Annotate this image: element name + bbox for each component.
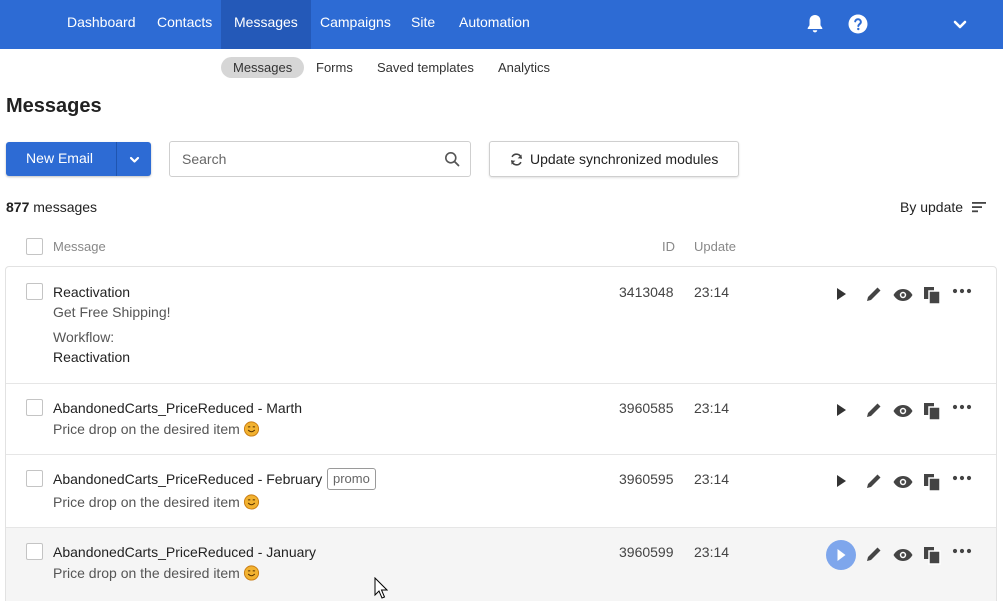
smiling-face-emoji-icon bbox=[243, 421, 259, 437]
message-update-time: 23:14 bbox=[694, 544, 730, 560]
more-icon[interactable] bbox=[950, 279, 974, 303]
message-title[interactable]: AbandonedCarts_PriceReduced - Marth bbox=[53, 400, 302, 416]
column-header-message: Message bbox=[53, 239, 106, 254]
message-update-time: 23:14 bbox=[694, 471, 730, 487]
table-row[interactable]: Reactivation Get Free Shipping! Workflow… bbox=[6, 267, 996, 384]
row-checkbox[interactable] bbox=[26, 470, 43, 487]
mouse-cursor-icon bbox=[374, 577, 388, 599]
top-nav-bar: Dashboard Contacts Messages Campaigns Si… bbox=[0, 0, 1003, 49]
sub-nav-analytics[interactable]: Analytics bbox=[486, 57, 562, 78]
eye-icon[interactable] bbox=[891, 543, 915, 567]
more-icon[interactable] bbox=[950, 539, 974, 563]
workflow-label: Workflow: bbox=[53, 329, 115, 345]
table-row[interactable]: AbandonedCarts_PriceReduced - February p… bbox=[6, 455, 996, 528]
sub-nav-forms[interactable]: Forms bbox=[304, 57, 365, 78]
message-update-time: 23:14 bbox=[694, 400, 730, 416]
copy-icon[interactable] bbox=[920, 399, 944, 423]
workflow-value: Reactivation bbox=[53, 349, 131, 365]
message-subject-text: Price drop on the desired item bbox=[53, 494, 240, 510]
search-icon[interactable] bbox=[444, 151, 460, 167]
bell-icon[interactable] bbox=[803, 12, 827, 36]
message-id: 3960599 bbox=[619, 544, 674, 560]
message-list: Reactivation Get Free Shipping! Workflow… bbox=[5, 266, 997, 601]
chevron-down-icon[interactable] bbox=[948, 12, 972, 36]
copy-icon[interactable] bbox=[920, 470, 944, 494]
copy-icon[interactable] bbox=[920, 543, 944, 567]
select-all-checkbox[interactable] bbox=[26, 238, 43, 255]
row-checkbox[interactable] bbox=[26, 283, 43, 300]
pencil-icon[interactable] bbox=[862, 399, 886, 423]
smiling-face-emoji-icon bbox=[243, 494, 259, 510]
smiling-face-emoji-icon bbox=[243, 565, 259, 581]
table-row[interactable]: AbandonedCarts_PriceReduced - Marth Pric… bbox=[6, 384, 996, 455]
play-icon[interactable] bbox=[829, 469, 853, 493]
eye-icon[interactable] bbox=[891, 399, 915, 423]
tag-badge[interactable]: promo bbox=[327, 468, 376, 490]
top-nav-contacts[interactable]: Contacts bbox=[144, 0, 225, 49]
message-title[interactable]: Reactivation bbox=[53, 284, 130, 300]
message-subject-text: Price drop on the desired item bbox=[53, 565, 240, 581]
message-count: 877 messages bbox=[6, 199, 97, 215]
message-update-time: 23:14 bbox=[694, 284, 730, 300]
sub-nav-messages[interactable]: Messages bbox=[221, 57, 305, 78]
pencil-icon[interactable] bbox=[862, 543, 886, 567]
message-subject: Get Free Shipping! bbox=[53, 304, 171, 320]
message-subject: Price drop on the desired item bbox=[53, 564, 260, 581]
top-nav-dashboard[interactable]: Dashboard bbox=[54, 0, 149, 49]
top-nav-site[interactable]: Site bbox=[398, 0, 448, 49]
copy-icon[interactable] bbox=[920, 283, 944, 307]
update-synchronized-modules-button[interactable]: Update synchronized modules bbox=[489, 141, 739, 177]
row-checkbox[interactable] bbox=[26, 543, 43, 560]
help-icon[interactable] bbox=[846, 12, 870, 36]
pencil-icon[interactable] bbox=[862, 470, 886, 494]
play-icon[interactable] bbox=[829, 398, 853, 422]
message-title[interactable]: AbandonedCarts_PriceReduced - February bbox=[53, 471, 322, 487]
row-checkbox[interactable] bbox=[26, 399, 43, 416]
new-email-dropdown-chevron-icon[interactable] bbox=[117, 142, 151, 176]
page-title: Messages bbox=[6, 95, 102, 117]
message-id: 3413048 bbox=[619, 284, 674, 300]
search-box bbox=[169, 141, 471, 177]
table-row[interactable]: AbandonedCarts_PriceReduced - January Pr… bbox=[6, 528, 996, 601]
column-header-id: ID bbox=[662, 239, 675, 254]
sync-label: Update synchronized modules bbox=[530, 151, 719, 167]
message-id: 3960585 bbox=[619, 400, 674, 416]
top-nav-automation[interactable]: Automation bbox=[446, 0, 543, 49]
eye-icon[interactable] bbox=[891, 283, 915, 307]
top-nav-campaigns[interactable]: Campaigns bbox=[307, 0, 404, 49]
play-icon[interactable] bbox=[826, 540, 856, 570]
more-icon[interactable] bbox=[950, 395, 974, 419]
pencil-icon[interactable] bbox=[862, 283, 886, 307]
message-subject-text: Price drop on the desired item bbox=[53, 421, 240, 437]
message-title[interactable]: AbandonedCarts_PriceReduced - January bbox=[53, 544, 316, 560]
message-subject: Price drop on the desired item bbox=[53, 420, 260, 437]
sub-nav-saved-templates[interactable]: Saved templates bbox=[365, 57, 486, 78]
new-email-split-button: New Email bbox=[6, 142, 151, 176]
column-header-update: Update bbox=[694, 239, 736, 254]
sort-dropdown[interactable]: By update bbox=[900, 199, 963, 215]
sync-icon bbox=[511, 153, 522, 166]
message-id: 3960595 bbox=[619, 471, 674, 487]
eye-icon[interactable] bbox=[891, 470, 915, 494]
message-subject: Price drop on the desired item bbox=[53, 493, 260, 510]
message-count-number: 877 bbox=[6, 199, 30, 215]
message-count-suffix: messages bbox=[33, 199, 98, 215]
new-email-button[interactable]: New Email bbox=[6, 142, 113, 176]
sort-icon[interactable] bbox=[972, 201, 986, 213]
top-nav-messages[interactable]: Messages bbox=[221, 0, 311, 49]
more-icon[interactable] bbox=[950, 466, 974, 490]
search-input[interactable] bbox=[171, 143, 436, 175]
play-icon[interactable] bbox=[829, 282, 853, 306]
